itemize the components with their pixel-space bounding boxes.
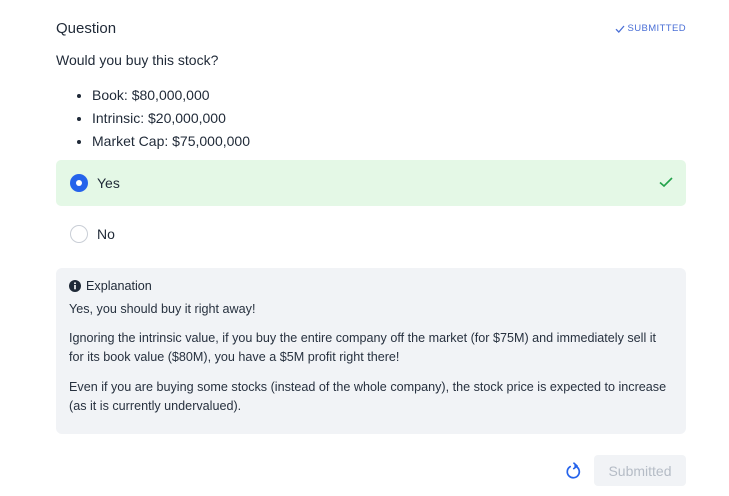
option-label: Yes	[97, 175, 120, 191]
explanation-panel: Explanation Yes, you should buy it right…	[56, 268, 686, 434]
list-item: Book: $80,000,000	[92, 84, 250, 107]
list-item: Market Cap: $75,000,000	[92, 130, 250, 153]
option-yes[interactable]: Yes	[56, 160, 686, 206]
question-header: Question SUBMITTED	[56, 20, 686, 40]
status-label: SUBMITTED	[627, 23, 686, 34]
radio-yes[interactable]	[70, 174, 88, 192]
explanation-heading: Explanation	[69, 279, 673, 293]
explanation-text: Ignoring the intrinsic value, if you buy…	[69, 331, 657, 364]
facts-list: Book: $80,000,000 Intrinsic: $20,000,000…	[56, 84, 250, 153]
question-title: Question	[56, 20, 117, 37]
status-badge: SUBMITTED	[615, 23, 687, 34]
explanation-text: Even if you are buying some stocks (inst…	[69, 380, 667, 413]
option-label: No	[97, 226, 115, 242]
option-no[interactable]: No	[56, 211, 686, 257]
info-icon	[69, 280, 81, 292]
check-icon	[615, 25, 624, 33]
list-item: Intrinsic: $20,000,000	[92, 107, 250, 130]
explanation-title: Explanation	[86, 279, 152, 293]
explanation-text: Yes, you should buy it right away!	[69, 302, 256, 316]
reset-icon[interactable]	[565, 462, 581, 480]
submit-button[interactable]: Submitted	[594, 455, 686, 486]
radio-no[interactable]	[70, 225, 88, 243]
question-prompt: Would you buy this stock?	[56, 52, 219, 68]
correct-check-icon	[659, 177, 673, 188]
